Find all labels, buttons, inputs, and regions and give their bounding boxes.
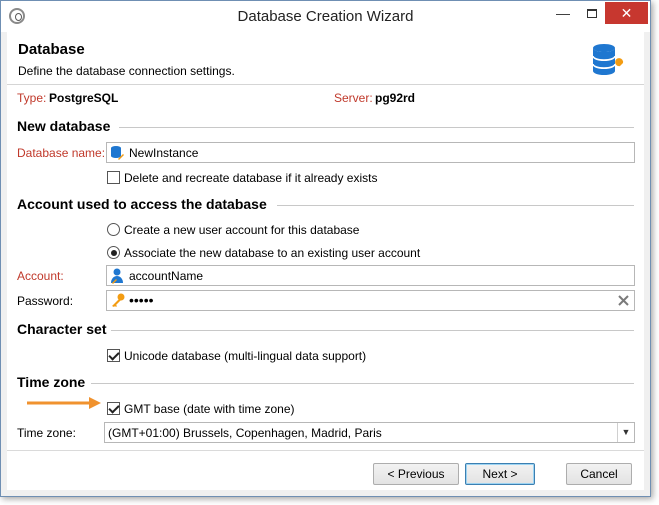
page-subtitle: Define the database connection settings. [18, 64, 235, 78]
section-character-set: Character set [17, 321, 107, 337]
time-zone-label: Time zone: [17, 426, 76, 440]
database-name-value: NewInstance [129, 146, 199, 160]
type-label: Type: [17, 91, 47, 105]
account-value: accountName [129, 269, 204, 283]
title-bar: Database Creation Wizard — ✕ [1, 1, 650, 32]
type-value: PostgreSQL [49, 91, 119, 105]
close-button[interactable]: ✕ [605, 2, 648, 24]
radio-associate-account-label: Associate the new database to an existin… [124, 246, 421, 260]
gmt-base-label: GMT base (date with time zone) [124, 402, 295, 416]
section-divider [119, 127, 634, 128]
radio-create-account-label: Create a new user account for this datab… [124, 223, 360, 237]
wizard-window: Database Creation Wizard — ✕ Database De… [0, 0, 651, 497]
footer-divider [7, 450, 644, 451]
maximize-button[interactable] [579, 2, 605, 24]
unicode-checkbox[interactable] [107, 349, 120, 362]
wizard-content: Type: PostgreSQL Server: pg92rd New data… [7, 85, 644, 490]
orange-arrow-icon [27, 397, 101, 409]
recreate-database-checkbox[interactable] [107, 171, 120, 184]
next-button[interactable]: Next > [465, 463, 535, 485]
server-label: Server: [334, 91, 373, 105]
database-name-label: Database name: [17, 146, 106, 160]
account-label: Account: [17, 269, 64, 283]
password-value: ••••• [129, 292, 154, 308]
section-divider [91, 383, 634, 384]
database-wrench-icon [592, 44, 624, 75]
unicode-label: Unicode database (multi-lingual data sup… [124, 349, 367, 363]
database-name-input[interactable]: NewInstance [106, 142, 635, 163]
time-zone-value: (GMT+01:00) Brussels, Copenhagen, Madrid… [108, 426, 382, 440]
recreate-database-label: Delete and recreate database if it alrea… [124, 171, 378, 185]
maximize-icon [587, 9, 597, 18]
minimize-button[interactable]: — [550, 2, 576, 24]
password-input[interactable]: ••••• [106, 290, 635, 311]
cancel-button[interactable]: Cancel [566, 463, 632, 485]
section-new-database: New database [17, 118, 111, 134]
clear-x-icon[interactable] [617, 294, 630, 307]
radio-create-account[interactable] [107, 223, 120, 236]
section-account: Account used to access the database [17, 196, 267, 212]
account-input[interactable]: accountName [106, 265, 635, 286]
user-icon [111, 268, 123, 284]
page-title: Database [18, 41, 85, 58]
database-icon [111, 146, 124, 160]
password-label: Password: [17, 294, 74, 308]
section-divider [277, 205, 634, 206]
section-time-zone: Time zone [17, 374, 86, 390]
gmt-base-checkbox[interactable] [107, 402, 120, 415]
radio-associate-account[interactable] [107, 246, 120, 259]
section-divider [111, 330, 634, 331]
key-icon [112, 293, 125, 307]
wizard-header: Database Define the database connection … [7, 32, 644, 85]
time-zone-select[interactable]: (GMT+01:00) Brussels, Copenhagen, Madrid… [104, 422, 635, 443]
previous-button[interactable]: < Previous [373, 463, 459, 485]
server-value: pg92rd [375, 91, 416, 105]
chevron-down-icon: ▼ [617, 423, 634, 442]
